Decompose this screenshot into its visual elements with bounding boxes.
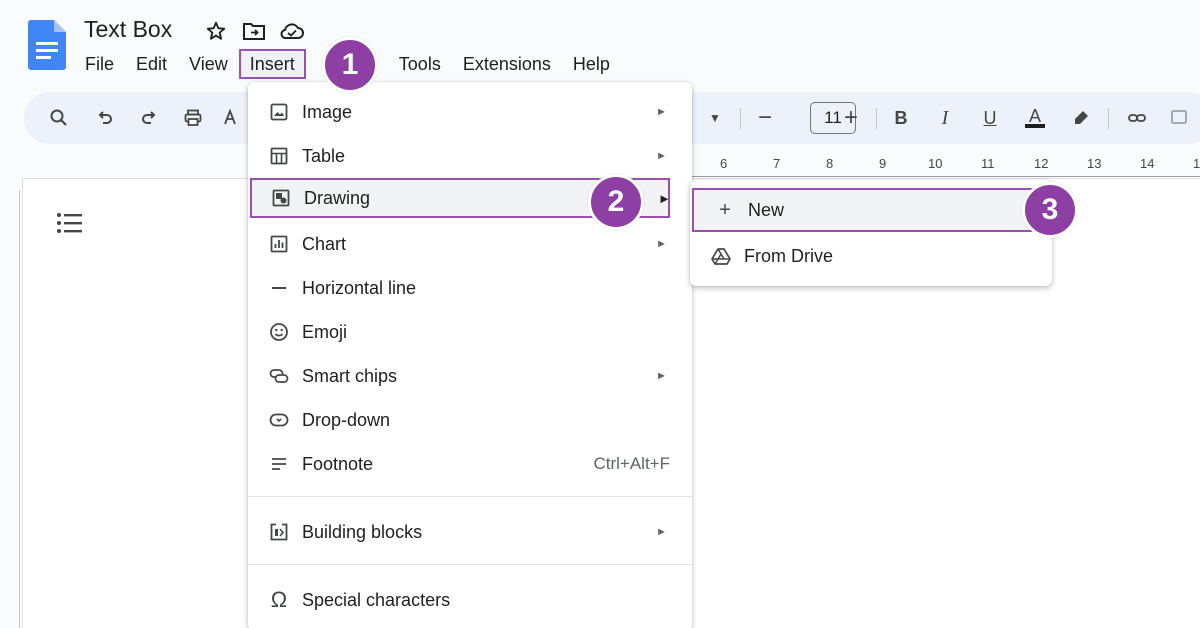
menu-insert[interactable]: Insert bbox=[238, 49, 306, 79]
ruler-number: 14 bbox=[1140, 156, 1155, 171]
menu-view[interactable]: View bbox=[178, 49, 239, 79]
ruler-number: 10 bbox=[928, 156, 943, 171]
chart-icon bbox=[268, 233, 290, 255]
vertical-ruler[interactable] bbox=[0, 190, 22, 628]
horizontal-line-icon bbox=[268, 277, 290, 299]
menu-item-drop-down[interactable]: Drop-down bbox=[248, 400, 692, 440]
menu-item-label: Special characters bbox=[302, 589, 451, 610]
submenu-arrow-icon: ► bbox=[656, 370, 667, 382]
footnote-icon bbox=[268, 453, 290, 475]
underline-button[interactable]: U bbox=[977, 105, 1003, 131]
text-color-button[interactable]: A bbox=[1022, 105, 1048, 131]
menu-divider bbox=[248, 496, 692, 497]
ruler-number: 15 bbox=[1193, 156, 1200, 171]
submenu-item-label: New bbox=[748, 199, 785, 220]
menu-item-image[interactable]: Image ► bbox=[248, 92, 692, 132]
increase-font-size-button[interactable]: + bbox=[838, 104, 864, 131]
menu-item-emoji[interactable]: Emoji bbox=[248, 312, 692, 352]
menu-divider bbox=[248, 564, 692, 565]
step-badge-3: 3 bbox=[1022, 182, 1078, 238]
menu-item-label: Table bbox=[302, 145, 346, 166]
dropdown-icon bbox=[268, 409, 290, 431]
ruler-number: 8 bbox=[826, 156, 834, 171]
google-docs-icon[interactable] bbox=[28, 20, 66, 70]
highlight-pen-icon[interactable] bbox=[1068, 105, 1094, 131]
move-folder-icon[interactable] bbox=[241, 18, 267, 44]
emoji-icon bbox=[268, 321, 290, 343]
insert-link-icon[interactable] bbox=[1124, 105, 1150, 131]
decrease-font-size-button[interactable]: − bbox=[752, 104, 778, 131]
menu-item-label: Emoji bbox=[302, 321, 348, 342]
menu-item-special-characters[interactable]: Ω Special characters bbox=[248, 580, 692, 620]
menu-edit[interactable]: Edit bbox=[125, 49, 178, 79]
menu-item-chart[interactable]: Chart ► bbox=[248, 224, 692, 264]
image-icon bbox=[268, 101, 290, 123]
text-color-swatch bbox=[1025, 124, 1045, 128]
star-icon[interactable] bbox=[203, 18, 229, 44]
menu-item-footnote[interactable]: Footnote Ctrl+Alt+F bbox=[248, 444, 692, 484]
menu-item-label: Smart chips bbox=[302, 365, 398, 386]
smart-chips-icon bbox=[268, 365, 290, 387]
bold-button[interactable]: B bbox=[888, 105, 914, 131]
drawing-submenu: + New From Drive bbox=[690, 180, 1052, 286]
plus-icon: + bbox=[719, 198, 731, 221]
ruler-number: 9 bbox=[879, 156, 887, 171]
step-badge-2: 2 bbox=[588, 174, 644, 230]
redo-icon[interactable] bbox=[136, 105, 162, 131]
spellcheck-icon[interactable] bbox=[222, 105, 242, 131]
submenu-item-from-drive[interactable]: From Drive bbox=[690, 234, 1052, 278]
italic-button[interactable]: I bbox=[932, 105, 958, 131]
omega-icon: Ω bbox=[270, 587, 288, 612]
ruler-number: 6 bbox=[720, 156, 728, 171]
submenu-arrow-icon: ► bbox=[656, 526, 667, 538]
document-outline-icon[interactable] bbox=[56, 210, 84, 236]
menu-item-shortcut: Ctrl+Alt+F bbox=[593, 454, 670, 473]
search-icon[interactable] bbox=[46, 105, 72, 131]
menu-item-label: Image bbox=[302, 101, 353, 122]
menu-item-label: Drop-down bbox=[302, 409, 391, 430]
menu-item-building-blocks[interactable]: Building blocks ► bbox=[248, 512, 692, 552]
menu-help[interactable]: Help bbox=[562, 49, 621, 79]
menu-item-table[interactable]: Table ► bbox=[248, 136, 692, 176]
submenu-arrow-icon: ► bbox=[656, 150, 667, 162]
submenu-item-new[interactable]: + New bbox=[692, 188, 1042, 232]
ruler-number: 7 bbox=[773, 156, 781, 171]
menu-item-label: Drawing bbox=[304, 187, 371, 208]
text-color-label: A bbox=[1028, 106, 1041, 126]
insert-menu: Image ► Table ► Drawing ► Chart ► Horizo… bbox=[248, 82, 692, 628]
menu-item-label: Footnote bbox=[302, 453, 374, 474]
document-title[interactable]: Text Box bbox=[84, 16, 172, 43]
building-blocks-icon bbox=[268, 521, 290, 543]
submenu-arrow-icon: ► bbox=[658, 190, 671, 206]
drive-icon bbox=[710, 245, 732, 267]
cloud-saved-icon[interactable] bbox=[279, 18, 305, 44]
drawing-icon bbox=[270, 187, 292, 209]
print-icon[interactable] bbox=[180, 105, 206, 131]
font-dropdown-arrow-icon[interactable]: ▼ bbox=[702, 105, 728, 131]
undo-icon[interactable] bbox=[92, 105, 118, 131]
ruler-number: 13 bbox=[1087, 156, 1102, 171]
ruler-number: 12 bbox=[1034, 156, 1049, 171]
submenu-arrow-icon: ► bbox=[656, 106, 667, 118]
menu-item-label: Building blocks bbox=[302, 521, 423, 542]
menu-file[interactable]: File bbox=[74, 49, 125, 79]
ruler-number: 11 bbox=[981, 156, 995, 171]
step-badge-1: 1 bbox=[322, 37, 378, 93]
table-icon bbox=[268, 145, 290, 167]
menu-item-label: Chart bbox=[302, 233, 347, 254]
add-comment-icon[interactable] bbox=[1166, 105, 1192, 131]
submenu-item-label: From Drive bbox=[744, 245, 833, 266]
menu-tools[interactable]: Tools bbox=[388, 49, 452, 79]
menu-item-label: Horizontal line bbox=[302, 277, 417, 298]
menu-item-smart-chips[interactable]: Smart chips ► bbox=[248, 356, 692, 396]
menu-extensions[interactable]: Extensions bbox=[452, 49, 562, 79]
menu-item-horizontal-line[interactable]: Horizontal line bbox=[248, 268, 692, 308]
submenu-arrow-icon: ► bbox=[656, 238, 667, 250]
